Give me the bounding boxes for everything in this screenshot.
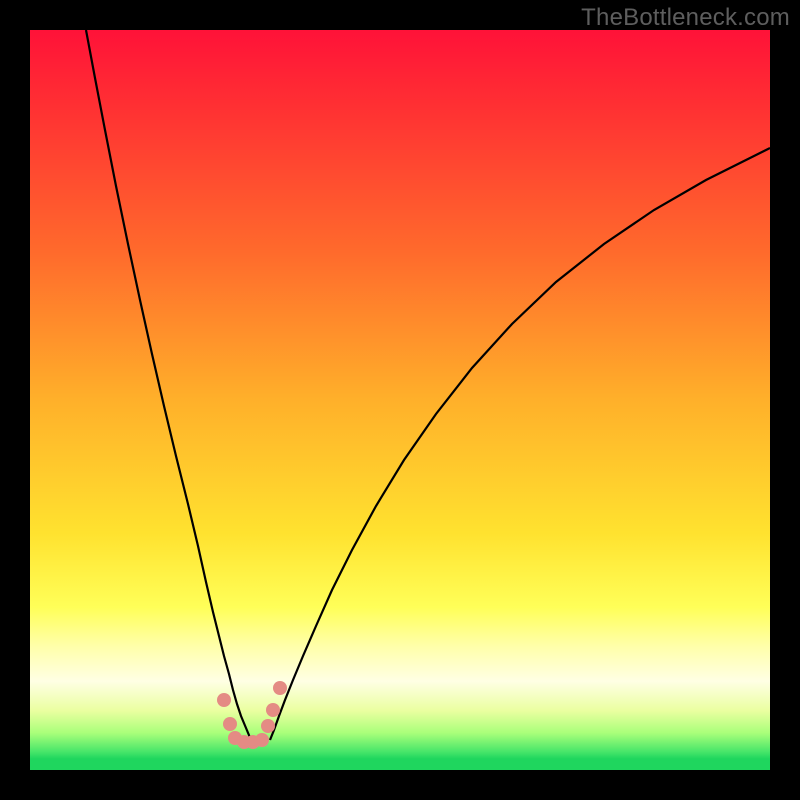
right-curve xyxy=(270,148,770,740)
valley-marker xyxy=(255,733,269,747)
watermark-text: TheBottleneck.com xyxy=(581,4,790,32)
chart-svg xyxy=(30,30,770,770)
valley-markers xyxy=(217,681,287,749)
valley-marker xyxy=(261,719,275,733)
left-curve xyxy=(86,30,251,740)
chart-frame: TheBottleneck.com xyxy=(0,0,800,800)
valley-marker xyxy=(217,693,231,707)
plot-area xyxy=(30,30,770,770)
valley-marker xyxy=(273,681,287,695)
valley-marker xyxy=(223,717,237,731)
valley-marker xyxy=(266,703,280,717)
